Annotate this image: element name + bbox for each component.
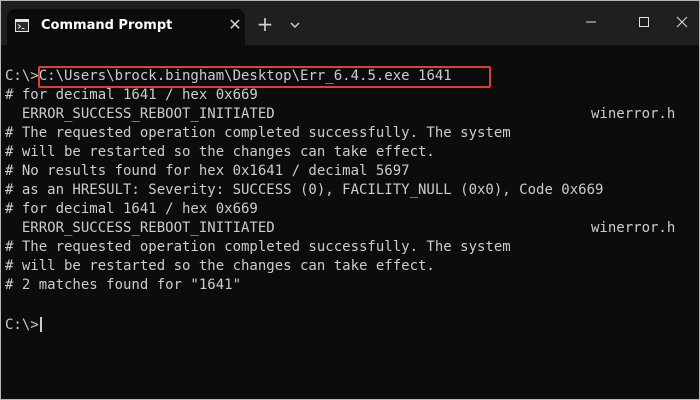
close-tab-icon[interactable]: ✕ (225, 15, 245, 35)
terminal-window: Command Prompt ✕ + C:\>C:\Users\brock.bi… (0, 0, 700, 400)
output-line: # will be restarted so the changes can t… (5, 258, 435, 274)
command-highlight-box (38, 66, 491, 88)
output-line: # No results found for hex 0x1641 / deci… (5, 163, 410, 179)
maximize-button[interactable] (629, 7, 659, 37)
source-file-label: winerror.h (591, 220, 676, 236)
title-bar: Command Prompt ✕ + (1, 1, 699, 45)
command-prompt-icon (15, 19, 29, 32)
final-prompt-line[interactable]: C:\> (5, 316, 42, 335)
text-cursor (39, 317, 42, 332)
minimize-button[interactable] (576, 7, 606, 37)
prompt: C:\> (5, 68, 39, 84)
output-line: # as an HRESULT: Severity: SUCCESS (0), … (5, 182, 604, 198)
chevron-down-icon[interactable] (285, 13, 305, 37)
console-output[interactable]: C:\>C:\Users\brock.bingham\Desktop\Err_6… (1, 45, 699, 399)
output-line: ERROR_SUCCESS_REBOOT_INITIATED (5, 106, 275, 122)
close-window-button[interactable] (667, 7, 697, 37)
tab-command-prompt[interactable]: Command Prompt ✕ (7, 9, 245, 45)
output-line: ERROR_SUCCESS_REBOOT_INITIATED (5, 220, 275, 236)
prompt: C:\> (5, 317, 39, 333)
new-tab-button[interactable]: + (253, 13, 277, 37)
output-line: # The requested operation completed succ… (5, 239, 511, 255)
tab-title: Command Prompt (41, 18, 173, 33)
output-line: # will be restarted so the changes can t… (5, 144, 435, 160)
output-line: # for decimal 1641 / hex 0x669 (5, 201, 258, 217)
output-line: # 2 matches found for "1641" (5, 277, 242, 293)
source-file-label: winerror.h (591, 106, 676, 122)
output-line: # for decimal 1641 / hex 0x669 (5, 87, 258, 103)
output-line: # The requested operation completed succ… (5, 125, 511, 141)
